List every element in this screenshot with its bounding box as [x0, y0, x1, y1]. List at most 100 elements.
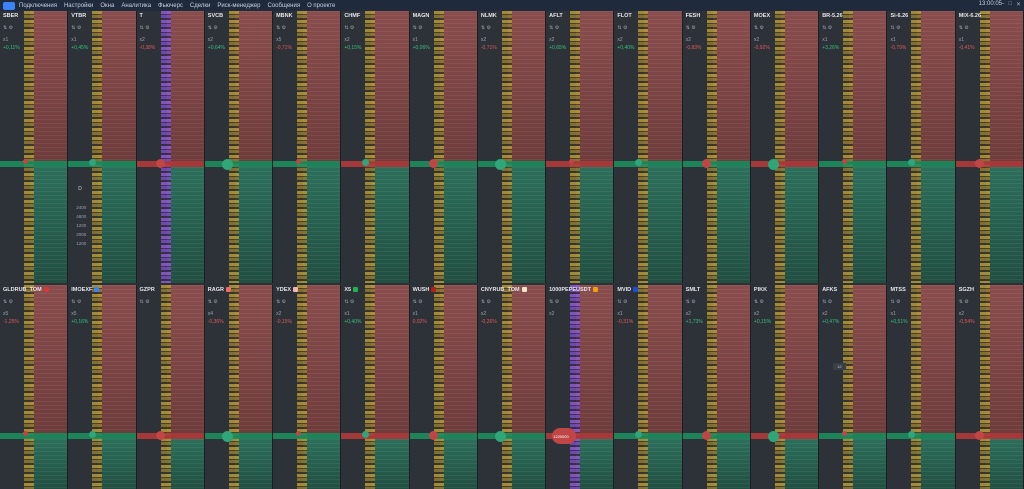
dom-panel[interactable]: MOEX ⇅ ⚙ x2 -0,92%: [750, 11, 820, 283]
scale-multiplier[interactable]: x2: [344, 37, 349, 43]
panel-controls[interactable]: ⇅ ⚙: [344, 299, 354, 305]
scale-multiplier[interactable]: x2: [549, 37, 554, 43]
minimize-icon[interactable]: –: [1001, 1, 1004, 8]
panel-ticker[interactable]: PIKK: [754, 287, 767, 293]
panel-ticker[interactable]: VTBR: [71, 13, 86, 19]
scale-multiplier[interactable]: x5: [276, 37, 281, 43]
maximize-icon[interactable]: □: [1008, 1, 1012, 8]
dom-panel[interactable]: AFLT ⇅ ⚙ x2 +0,65%: [546, 11, 615, 283]
panel-ticker[interactable]: CHMF: [344, 13, 360, 19]
panel-ticker[interactable]: GLDRUB_TOM: [3, 287, 49, 293]
panel-controls[interactable]: ⇅ ⚙: [3, 299, 13, 305]
panel-ticker[interactable]: YDEX: [276, 287, 299, 293]
dom-panel[interactable]: GLDRUB_TOM ⇅ ⚙ x5 -1,25%: [0, 285, 69, 489]
close-icon[interactable]: ✕: [1016, 1, 1021, 8]
menu-messages[interactable]: Сообщения: [268, 3, 301, 9]
scale-multiplier[interactable]: x2: [754, 311, 759, 317]
panel-controls[interactable]: ⇅ ⚙: [71, 299, 81, 305]
panel-controls[interactable]: ⇅ ⚙: [686, 25, 696, 31]
scale-multiplier[interactable]: x1: [71, 37, 76, 43]
dom-panel[interactable]: AFKS ⇅ ⚙ x2 +0,47% 12: [819, 285, 888, 489]
panel-controls[interactable]: ⇅ ⚙: [549, 299, 559, 305]
panel-controls[interactable]: ⇅ ⚙: [413, 25, 423, 31]
price-spinner[interactable]: 12: [833, 363, 846, 370]
panel-ticker[interactable]: MIX-6.26: [959, 13, 981, 19]
dom-panel[interactable]: CHMF ⇅ ⚙ x2 +0,15%: [341, 11, 410, 283]
scale-multiplier[interactable]: x2: [686, 311, 691, 317]
dom-panel[interactable]: MAGN ⇅ ⚙ x1 +0,06%: [409, 11, 478, 283]
menu-settings[interactable]: Настройки: [64, 3, 93, 9]
panel-controls[interactable]: ⇅ ⚙: [140, 25, 150, 31]
panel-ticker[interactable]: IMOEXF: [71, 287, 100, 293]
panel-controls[interactable]: ⇅ ⚙: [276, 299, 286, 305]
menu-trades[interactable]: Сделки: [190, 3, 210, 9]
menu-connections[interactable]: Подключения: [19, 3, 57, 9]
scale-multiplier[interactable]: x1: [344, 311, 349, 317]
panel-ticker[interactable]: FESH: [686, 13, 701, 19]
scale-multiplier[interactable]: x1: [959, 37, 964, 43]
panel-ticker[interactable]: MAGN: [413, 13, 430, 19]
scale-multiplier[interactable]: x2: [276, 311, 281, 317]
panel-controls[interactable]: ⇅ ⚙: [890, 299, 900, 305]
panel-ticker[interactable]: CNYRUB_TOM: [481, 287, 527, 293]
scale-multiplier[interactable]: x2: [549, 311, 554, 317]
panel-ticker[interactable]: MBNK: [276, 13, 293, 19]
dom-panel[interactable]: Si-6.26 ⇅ ⚙ x1 -0,79%: [887, 11, 956, 283]
panel-ticker[interactable]: SGZH: [959, 287, 974, 293]
dom-panel[interactable]: YDEX ⇅ ⚙ x2 -0,15%: [273, 285, 342, 489]
panel-ticker[interactable]: SMLT: [686, 287, 701, 293]
scale-multiplier[interactable]: x2: [481, 311, 486, 317]
dom-panel[interactable]: SGZH ⇅ ⚙ x2 -0,54%: [955, 285, 1024, 489]
panel-ticker[interactable]: MVID: [617, 287, 639, 293]
scale-multiplier[interactable]: x1: [413, 311, 418, 317]
panel-controls[interactable]: ⇅ ⚙: [686, 299, 696, 305]
menu-analytics[interactable]: Аналитика: [121, 3, 151, 9]
scale-multiplier[interactable]: x2: [617, 37, 622, 43]
panel-ticker[interactable]: RAGR: [208, 287, 231, 293]
panel-ticker[interactable]: AFKS: [822, 287, 837, 293]
panel-controls[interactable]: ⇅ ⚙: [617, 25, 627, 31]
panel-ticker[interactable]: BR-5.26: [822, 13, 842, 19]
dom-panel[interactable]: CNYRUB_TOM ⇅ ⚙ x2 -0,26%: [477, 285, 547, 489]
panel-ticker[interactable]: 1000PEPEUSDT: [549, 287, 599, 293]
dom-panel[interactable]: SMLT ⇅ ⚙ x2 +1,73%: [682, 285, 751, 489]
scale-multiplier[interactable]: x2: [686, 37, 691, 43]
panel-controls[interactable]: ⇅ ⚙: [481, 25, 491, 31]
scale-multiplier[interactable]: x2: [822, 311, 827, 317]
panel-controls[interactable]: ⇅ ⚙: [890, 25, 900, 31]
panel-controls[interactable]: ⇅ ⚙: [754, 299, 764, 305]
dom-panel[interactable]: SVCB ⇅ ⚙ x2 +0,64%: [204, 11, 274, 283]
scale-multiplier[interactable]: x2: [754, 37, 759, 43]
menu-about[interactable]: О проекте: [307, 3, 335, 9]
scale-multiplier[interactable]: x1: [890, 37, 895, 43]
dom-panel[interactable]: IMOEXF ⇅ ⚙ x5 +0,16%: [68, 285, 137, 489]
dom-panel[interactable]: GZPR ⇅ ⚙: [136, 285, 205, 489]
panel-ticker[interactable]: MOEX: [754, 13, 770, 19]
panel-ticker[interactable]: T: [140, 13, 143, 19]
panel-ticker[interactable]: MTSS: [890, 287, 905, 293]
panel-ticker[interactable]: Si-6.26: [890, 13, 908, 19]
dom-panel[interactable]: SBER ⇅ ⚙ x1 +0,11%: [0, 11, 69, 283]
scale-multiplier[interactable]: x5: [3, 311, 8, 317]
panel-controls[interactable]: ⇅ ⚙: [754, 25, 764, 31]
scale-multiplier[interactable]: x1: [413, 37, 418, 43]
dom-panel[interactable]: X5 ⇅ ⚙ x1 +0,40%: [341, 285, 410, 489]
scale-multiplier[interactable]: x2: [959, 311, 964, 317]
panel-controls[interactable]: ⇅ ⚙: [413, 299, 423, 305]
scale-multiplier[interactable]: x4: [208, 311, 213, 317]
scale-multiplier[interactable]: x1: [890, 311, 895, 317]
panel-controls[interactable]: ⇅ ⚙: [208, 25, 218, 31]
menu-risk-manager[interactable]: Риск-менеджер: [217, 3, 260, 9]
scale-multiplier[interactable]: x1: [617, 311, 622, 317]
dom-panel[interactable]: WUSH ⇅ ⚙ x1 0,02%: [409, 285, 478, 489]
panel-controls[interactable]: ⇅ ⚙: [208, 299, 218, 305]
dom-panel[interactable]: FESH ⇅ ⚙ x2 -0,83%: [682, 11, 751, 283]
panel-controls[interactable]: ⇅ ⚙: [617, 299, 627, 305]
panel-ticker[interactable]: AFLT: [549, 13, 563, 19]
dom-panel[interactable]: PIKK ⇅ ⚙ x2 +0,15%: [750, 285, 820, 489]
panel-controls[interactable]: ⇅ ⚙: [3, 25, 13, 31]
scale-multiplier[interactable]: x2: [208, 37, 213, 43]
scale-multiplier[interactable]: x1: [822, 37, 827, 43]
scale-multiplier[interactable]: x5: [71, 311, 76, 317]
panel-controls[interactable]: ⇅ ⚙: [481, 299, 491, 305]
